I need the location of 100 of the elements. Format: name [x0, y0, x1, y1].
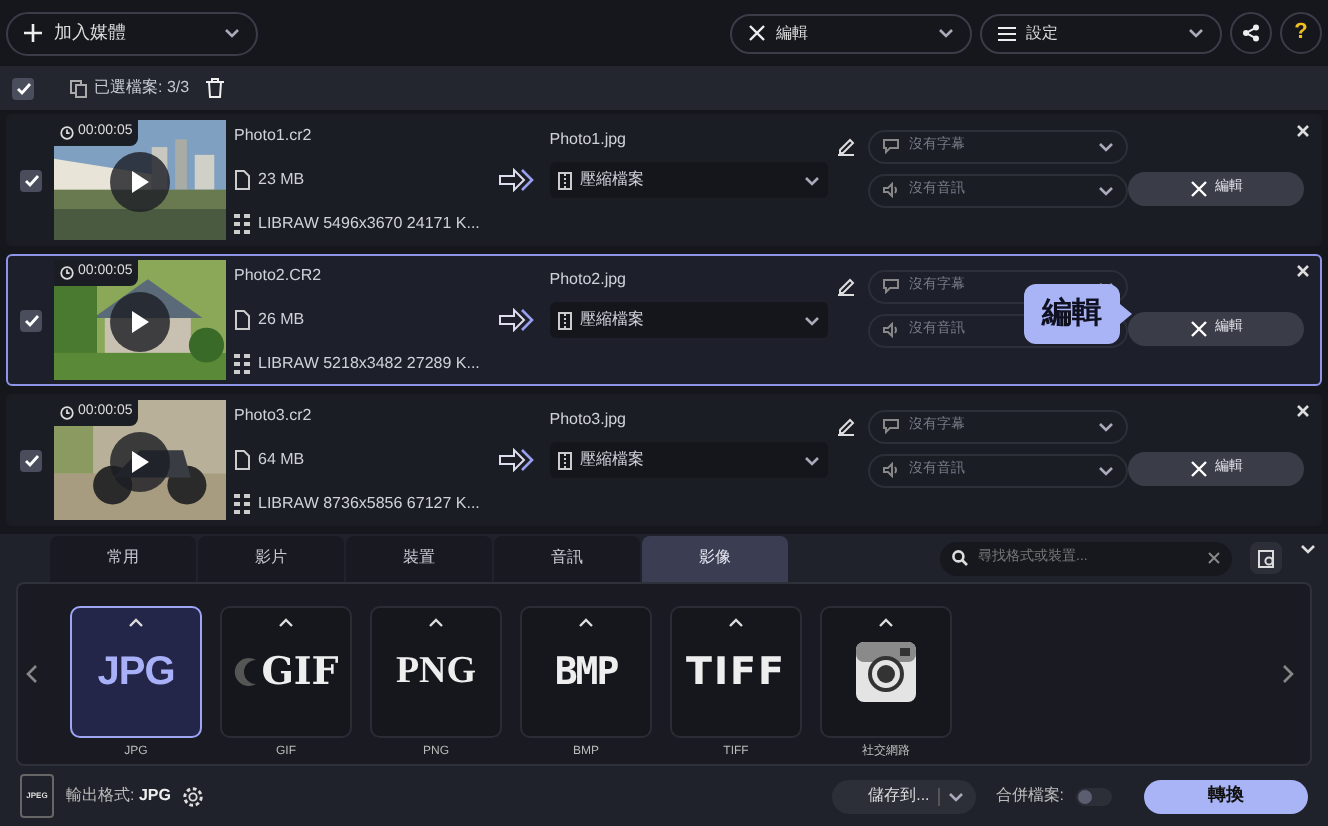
- chevron-down-icon: [1098, 141, 1115, 151]
- checkbox[interactable]: [12, 77, 34, 99]
- format-tile[interactable]: GIF: [220, 606, 352, 738]
- chevron-down-icon: [1098, 465, 1115, 475]
- chevron-down-icon: [938, 28, 954, 38]
- tooltip: 編輯: [1024, 284, 1132, 344]
- caret-up-icon[interactable]: [428, 618, 444, 628]
- search-icon: [952, 550, 968, 566]
- file-size: 23 MB: [258, 168, 305, 192]
- file-icon: [234, 170, 250, 190]
- share-button[interactable]: [1230, 12, 1272, 54]
- cross-tools-icon: [748, 24, 766, 42]
- format-logo: BMP: [554, 647, 618, 698]
- convert-button[interactable]: 轉換: [1144, 779, 1308, 813]
- close-icon[interactable]: [1296, 264, 1310, 278]
- format-logo: PNG: [395, 647, 477, 696]
- output-file-name: Photo2.jpg: [549, 268, 629, 292]
- merge-toggle[interactable]: [1076, 787, 1112, 805]
- format-tab[interactable]: 影像: [642, 535, 788, 581]
- clock-icon: [60, 265, 74, 280]
- source-file-name: Photo2.CR2: [234, 264, 324, 288]
- chevron-down-icon: [804, 175, 821, 185]
- trash-icon[interactable]: [205, 78, 224, 98]
- caret-up-icon[interactable]: [128, 618, 144, 628]
- speech-bubble-icon: [882, 138, 901, 154]
- edit-menu-button[interactable]: 編輯: [730, 13, 972, 53]
- clear-icon[interactable]: [1208, 552, 1220, 564]
- format-tab[interactable]: 常用: [50, 535, 196, 581]
- output-file-name: Photo3.jpg: [549, 408, 629, 432]
- play-icon: [130, 450, 150, 474]
- checkbox[interactable]: [20, 309, 42, 331]
- pencil-icon[interactable]: [836, 136, 857, 156]
- output-file-name: Photo1.jpg: [549, 128, 629, 152]
- device-detect-button[interactable]: [1250, 542, 1282, 574]
- device-search-icon: [1257, 549, 1275, 567]
- checkbox[interactable]: [20, 169, 42, 191]
- codec-icon: [234, 214, 250, 234]
- chevron-right-icon[interactable]: [1282, 664, 1294, 684]
- help-button[interactable]: ?: [1280, 12, 1322, 54]
- file-icon: [234, 450, 250, 470]
- speaker-icon: [882, 182, 901, 198]
- checkbox[interactable]: [20, 449, 42, 471]
- plus-icon: [24, 24, 42, 42]
- chevron-down-icon: [1188, 28, 1204, 38]
- zip-file-icon: [557, 451, 572, 469]
- cross-tools-icon: [1189, 319, 1208, 337]
- file-size: 26 MB: [258, 308, 305, 332]
- format-tile[interactable]: JPG: [70, 606, 202, 738]
- play-icon: [130, 310, 150, 334]
- format-tile[interactable]: [820, 606, 952, 738]
- speaker-icon: [882, 462, 901, 478]
- format-tab[interactable]: 裝置: [346, 535, 492, 581]
- codec-icon: [234, 494, 250, 514]
- chevron-left-icon[interactable]: [26, 664, 38, 684]
- caret-up-icon[interactable]: [278, 618, 294, 628]
- copy-icon: [70, 79, 88, 97]
- convert-arrow-icon: [497, 168, 534, 192]
- settings-icon[interactable]: [182, 785, 205, 807]
- file-size: 64 MB: [258, 448, 305, 472]
- compression-dropdown[interactable]: 壓縮檔案: [549, 442, 829, 478]
- chevron-down-icon: [1098, 185, 1115, 195]
- play-icon: [130, 170, 150, 194]
- clock-icon: [60, 405, 74, 420]
- collapse-icon[interactable]: [1300, 543, 1316, 553]
- codec-info: LIBRAW 5496x3670 24171 K...: [258, 212, 480, 236]
- codec-icon: [234, 354, 250, 374]
- compression-dropdown[interactable]: 壓縮檔案: [549, 302, 829, 338]
- speech-bubble-icon: [882, 278, 901, 294]
- output-format-label: 輸出格式: JPG: [66, 784, 171, 808]
- compression-dropdown[interactable]: 壓縮檔案: [549, 162, 829, 198]
- speaker-icon: [882, 322, 901, 338]
- caret-up-icon[interactable]: [878, 618, 894, 628]
- source-file-name: Photo1.cr2: [234, 124, 314, 148]
- pencil-icon[interactable]: [836, 416, 857, 436]
- format-logo: JPG: [97, 648, 175, 698]
- chevron-down-icon: [804, 315, 821, 325]
- format-tab[interactable]: 音訊: [494, 535, 640, 581]
- format-tab[interactable]: 影片: [198, 535, 344, 581]
- format-tile[interactable]: BMP: [520, 606, 652, 738]
- format-tile[interactable]: PNG: [370, 606, 502, 738]
- close-icon[interactable]: [1296, 124, 1310, 138]
- cross-tools-icon: [1189, 179, 1208, 197]
- close-icon[interactable]: [1296, 404, 1310, 418]
- settings-menu-button[interactable]: 設定: [980, 13, 1222, 53]
- save-to-button[interactable]: 儲存到...: [831, 779, 976, 813]
- pencil-icon[interactable]: [836, 276, 857, 296]
- format-logo: TIFF: [686, 647, 786, 698]
- chevron-down-icon: [947, 791, 964, 801]
- caret-up-icon[interactable]: [578, 618, 594, 628]
- caret-up-icon[interactable]: [728, 618, 744, 628]
- merge-files-label: 合併檔案:: [995, 784, 1064, 808]
- chevron-down-icon: [1098, 421, 1115, 431]
- codec-info: LIBRAW 5218x3482 27289 K...: [258, 352, 480, 376]
- clock-icon: [60, 125, 74, 140]
- share-icon: [1242, 24, 1260, 42]
- format-tile[interactable]: TIFF: [670, 606, 802, 738]
- convert-arrow-icon: [497, 448, 534, 472]
- add-media-button[interactable]: 加入媒體: [6, 11, 258, 55]
- cross-tools-icon: [1189, 459, 1208, 477]
- zip-file-icon: [557, 311, 572, 329]
